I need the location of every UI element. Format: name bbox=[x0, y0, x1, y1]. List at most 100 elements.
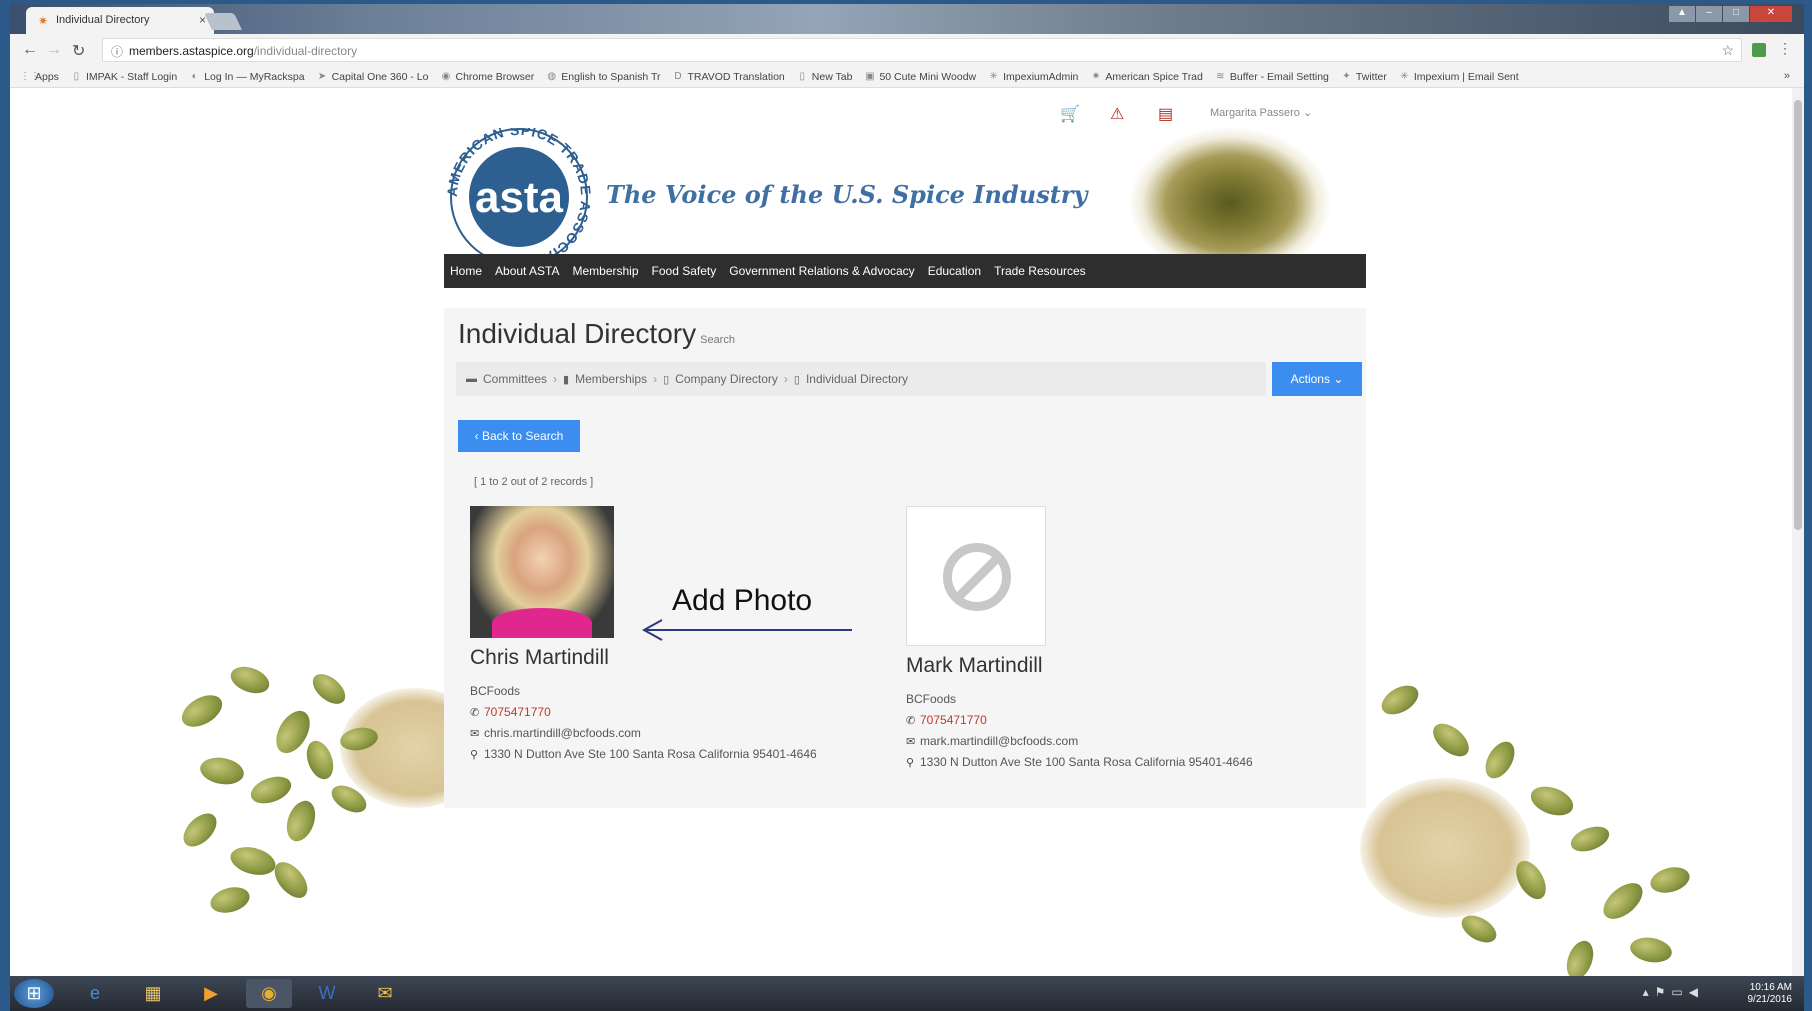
outlook-icon[interactable]: ✉ bbox=[362, 979, 408, 1008]
address-bar-row: ← → ↻ ⓘ members.astaspice.org/individual… bbox=[10, 34, 1804, 66]
nav-item-government-relations-advocacy[interactable]: Government Relations & Advocacy bbox=[729, 264, 914, 278]
bookmark-item[interactable]: ▣ 50 Cute Mini Woodw bbox=[864, 71, 976, 83]
system-tray-icons[interactable]: ▴⚑▭◀ bbox=[1643, 985, 1704, 999]
bookmark-label: New Tab bbox=[811, 70, 853, 83]
bookmark-item[interactable]: ✦ Twitter bbox=[1341, 71, 1387, 83]
file-explorer-icon[interactable]: ▦ bbox=[130, 979, 176, 1008]
user-menu[interactable]: Margarita Passero ⌄ bbox=[1210, 106, 1312, 119]
breadcrumb-company-directory[interactable]: Company Directory bbox=[675, 372, 778, 386]
bookmark-item[interactable]: ✳ Impexium | Email Sent bbox=[1399, 71, 1519, 83]
person-email-row: ✉ mark.martindill@bcfoods.com bbox=[906, 734, 1253, 748]
bookmark-label: American Spice Trad bbox=[1105, 70, 1203, 83]
cardamom-decoration bbox=[227, 661, 273, 699]
bookmark-label: Twitter bbox=[1355, 70, 1387, 83]
site-info-icon[interactable]: ⓘ bbox=[111, 43, 123, 60]
slide-frame: ✷ Individual Directory × ▲ – □ ✕ ← → ↻ ⓘ… bbox=[10, 4, 1804, 1011]
start-button-icon[interactable]: ⊞ bbox=[14, 979, 54, 1008]
back-to-search-button[interactable]: ‹ Back to Search bbox=[458, 420, 580, 452]
bookmark-item[interactable]: ◐ Log In — MyRackspa bbox=[189, 70, 305, 83]
person-email[interactable]: chris.martindill@bcfoods.com bbox=[484, 726, 641, 740]
cardamom-decoration bbox=[176, 688, 228, 734]
page-scrollbar[interactable] bbox=[1792, 88, 1804, 976]
bookmark-item[interactable]: ≋ Buffer - Email Setting bbox=[1215, 71, 1329, 83]
asta-logo[interactable]: AMERICAN SPICE TRADE ASSOCIATION asta bbox=[444, 128, 594, 266]
person-address: 1330 N Dutton Ave Ste 100 Santa Rosa Cal… bbox=[484, 747, 817, 761]
actions-dropdown-button[interactable]: Actions ⌄ bbox=[1272, 362, 1362, 396]
media-player-icon[interactable]: ▶ bbox=[188, 979, 234, 1008]
close-window-icon[interactable]: ✕ bbox=[1750, 6, 1792, 22]
bookmark-star-icon[interactable]: ☆ bbox=[1721, 42, 1734, 59]
reload-icon[interactable]: ↻ bbox=[72, 41, 85, 61]
chrome-taskbar-icon[interactable]: ◉ bbox=[246, 979, 292, 1008]
bookmark-item[interactable]: ▯ New Tab bbox=[797, 71, 853, 83]
bookmark-item[interactable]: ◍ English to Spanish Tr bbox=[546, 71, 660, 83]
word-icon[interactable]: W bbox=[304, 979, 350, 1008]
bookmark-item[interactable]: D TRAVOD Translation bbox=[673, 71, 784, 83]
person-phone[interactable]: 7075471770 bbox=[920, 713, 987, 727]
person-company: BCFoods bbox=[906, 692, 957, 706]
person-address-row: ⚲ 1330 N Dutton Ave Ste 100 Santa Rosa Ca… bbox=[470, 747, 817, 761]
bookmark-icon: ▮ bbox=[563, 373, 570, 386]
map-marker-icon: ⚲ bbox=[906, 756, 915, 769]
bookmark-item[interactable]: ◉ Chrome Browser bbox=[440, 71, 535, 83]
alert-icon[interactable]: ⚠ bbox=[1110, 104, 1124, 124]
chevron-down-icon: ⌄ bbox=[1333, 372, 1344, 386]
pinterest-icon: ▣ bbox=[865, 71, 875, 82]
shopping-cart-icon[interactable]: 🛒 bbox=[1060, 104, 1080, 124]
nav-item-about-asta[interactable]: About ASTA bbox=[495, 264, 559, 278]
person-photo[interactable] bbox=[470, 506, 614, 638]
nav-item-home[interactable]: Home bbox=[450, 264, 482, 278]
internet-explorer-icon[interactable]: e bbox=[72, 979, 118, 1008]
bookmarks-overflow-icon[interactable]: » bbox=[1784, 70, 1790, 82]
bookmark-label: Capital One 360 - Lo bbox=[331, 70, 429, 83]
cardamom-decoration bbox=[1526, 781, 1578, 821]
person-card: Mark Martindill BCFoods ✆ 7075471770 ✉ mar… bbox=[906, 506, 1253, 769]
user-profile-icon[interactable]: ▲ bbox=[1669, 6, 1695, 22]
person-name[interactable]: Mark Martindill bbox=[906, 654, 1253, 678]
calendar-icon[interactable]: ▤ bbox=[1158, 104, 1173, 124]
page-title-text: Individual Directory bbox=[458, 318, 697, 349]
back-arrow-icon[interactable]: ← bbox=[22, 41, 38, 59]
spice-powder-decoration bbox=[1360, 778, 1530, 918]
nav-item-food-safety[interactable]: Food Safety bbox=[652, 264, 717, 278]
no-photo-placeholder[interactable] bbox=[906, 506, 1046, 646]
url-input[interactable]: ⓘ members.astaspice.org/individual-direc… bbox=[102, 38, 1742, 62]
minimize-icon[interactable]: – bbox=[1696, 6, 1722, 22]
bookmark-label: IMPAK - Staff Login bbox=[85, 70, 178, 83]
bookmark-item[interactable]: ✷ American Spice Trad bbox=[1090, 70, 1203, 83]
bookmark-label: ImpexiumAdmin bbox=[1003, 70, 1079, 83]
annotation-label: Add Photo bbox=[672, 584, 813, 617]
nav-item-membership[interactable]: Membership bbox=[573, 264, 639, 278]
cardamom-decoration bbox=[198, 754, 246, 788]
cardamom-decoration bbox=[307, 668, 351, 710]
browser-menu-icon[interactable]: ⋮ bbox=[1778, 40, 1792, 57]
person-phone[interactable]: 7075471770 bbox=[484, 705, 551, 719]
bookmark-label: Impexium | Email Sent bbox=[1413, 70, 1519, 83]
bookmark-item[interactable]: ▯ IMPAK - Staff Login bbox=[71, 70, 178, 83]
extension-icon[interactable] bbox=[1752, 43, 1766, 57]
system-clock[interactable]: 10:16 AM 9/21/2016 bbox=[1748, 982, 1793, 1006]
person-name[interactable]: Chris Martindill bbox=[470, 646, 817, 670]
cardamom-decoration bbox=[1376, 679, 1424, 721]
cardamom-decoration bbox=[1647, 863, 1693, 897]
document-icon: ▯ bbox=[793, 373, 800, 386]
breadcrumb-committees[interactable]: Committees bbox=[483, 372, 547, 386]
bookmark-item[interactable]: ⋮⋮ Apps bbox=[20, 71, 59, 83]
document-icon: ▯ bbox=[663, 373, 670, 386]
browser-tab[interactable]: ✷ Individual Directory × bbox=[26, 7, 214, 34]
bookmark-item[interactable]: ➤ Capital One 360 - Lo bbox=[317, 71, 429, 83]
scrollbar-thumb[interactable] bbox=[1794, 100, 1802, 530]
cardamom-decoration bbox=[1628, 934, 1674, 966]
maximize-icon[interactable]: □ bbox=[1723, 6, 1749, 22]
content-panel: Individual Directory Search ▬ Committees … bbox=[444, 308, 1366, 808]
forward-arrow-icon[interactable]: → bbox=[46, 41, 62, 59]
bookmark-label: Log In — MyRackspa bbox=[204, 70, 305, 83]
nav-item-education[interactable]: Education bbox=[928, 264, 981, 278]
bookmarks-bar: ⋮⋮ Apps ▯ IMPAK - Staff Login ◐ Log In — MyRa… bbox=[10, 66, 1804, 88]
person-email[interactable]: mark.martindill@bcfoods.com bbox=[920, 734, 1078, 748]
translate-icon: ◍ bbox=[547, 71, 557, 82]
bookmark-item[interactable]: ✳ ImpexiumAdmin bbox=[988, 71, 1078, 83]
breadcrumb-memberships[interactable]: Memberships bbox=[575, 372, 647, 386]
breadcrumb-individual-directory[interactable]: Individual Directory bbox=[806, 372, 908, 386]
nav-item-trade-resources[interactable]: Trade Resources bbox=[994, 264, 1086, 278]
